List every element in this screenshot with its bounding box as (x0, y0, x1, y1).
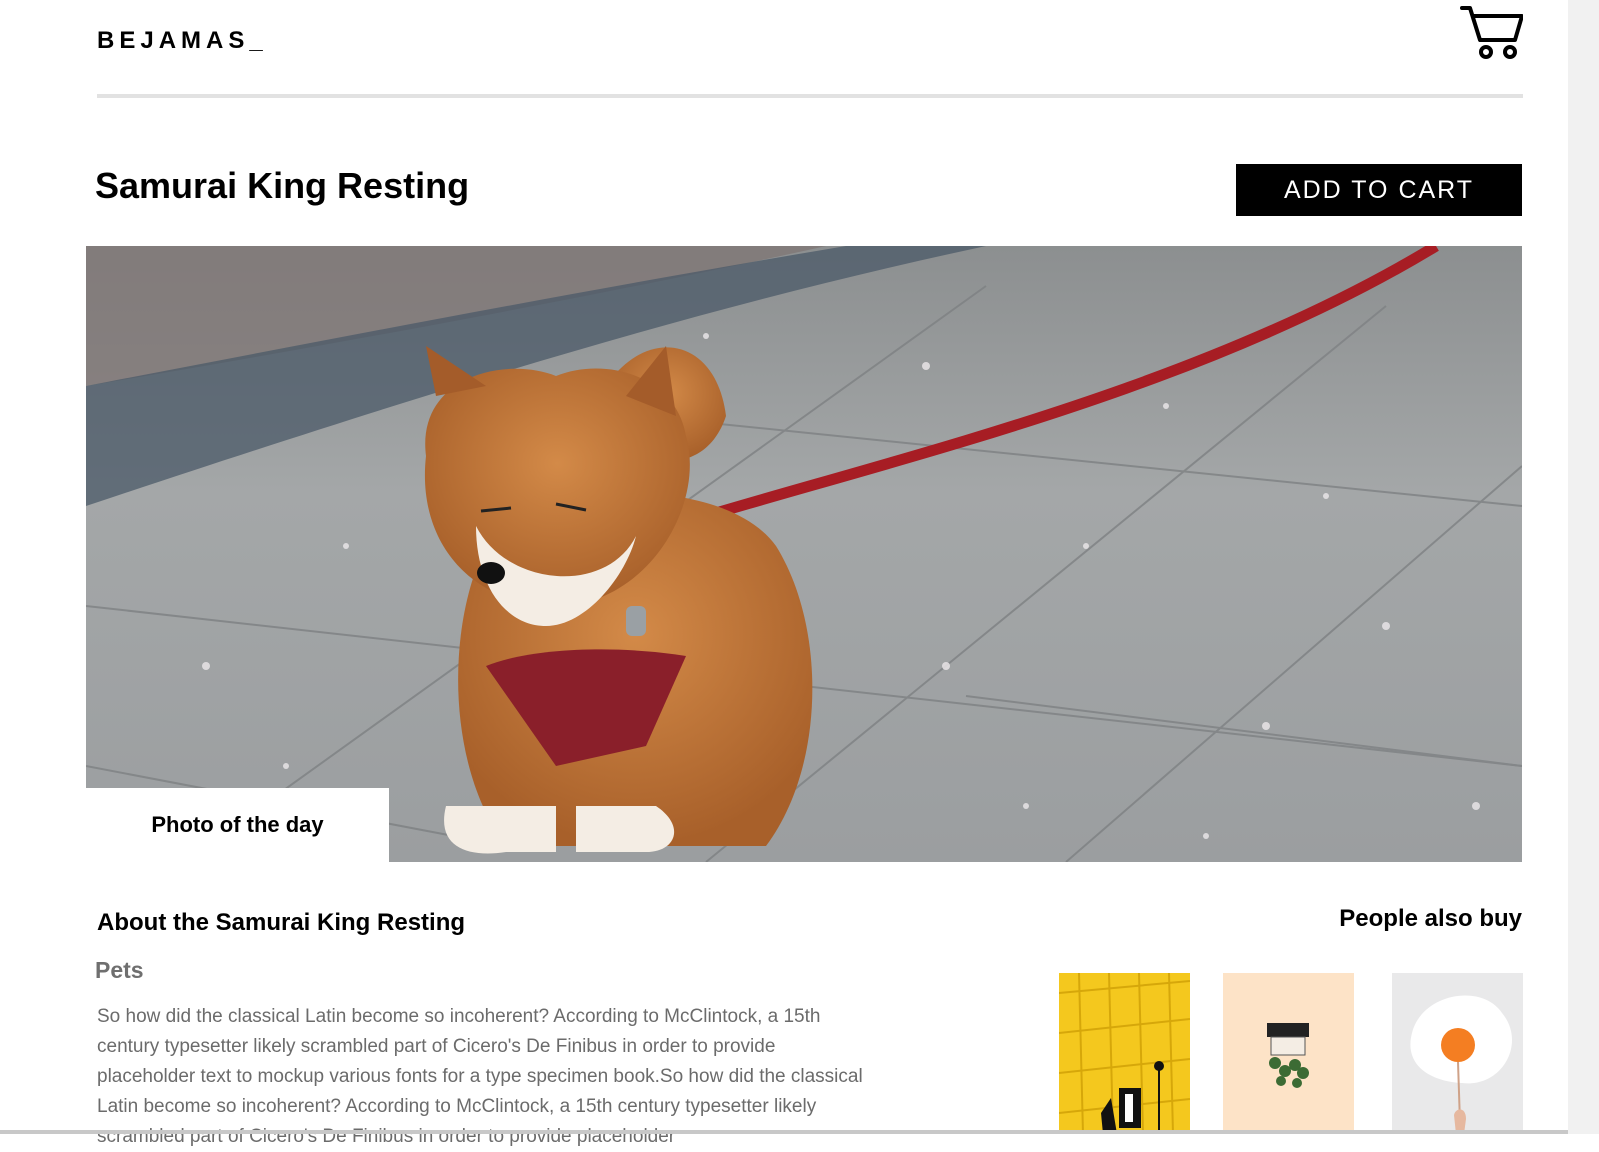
vertical-scrollbar[interactable] (1568, 0, 1599, 1134)
shopping-cart-icon[interactable] (1460, 4, 1523, 60)
product-title: Samurai King Resting (95, 165, 470, 206)
recommendation-thumbnail-3[interactable] (1392, 973, 1523, 1134)
horizontal-scrollbar[interactable] (0, 1130, 1568, 1134)
add-to-cart-button[interactable]: ADD TO CART (1236, 164, 1522, 216)
recommendation-thumbnail-2[interactable] (1223, 973, 1354, 1134)
header-divider (97, 94, 1523, 98)
photo-of-the-day-badge: Photo of the day (86, 788, 389, 862)
people-also-buy-heading: People also buy (1339, 905, 1522, 932)
product-category: Pets (95, 957, 144, 983)
about-heading: About the Samurai King Resting (97, 909, 466, 936)
recommendation-thumbnail-1[interactable] (1059, 973, 1190, 1134)
brand-logo[interactable]: BEJAMAS_ (97, 27, 268, 55)
product-hero-image (86, 246, 1522, 862)
